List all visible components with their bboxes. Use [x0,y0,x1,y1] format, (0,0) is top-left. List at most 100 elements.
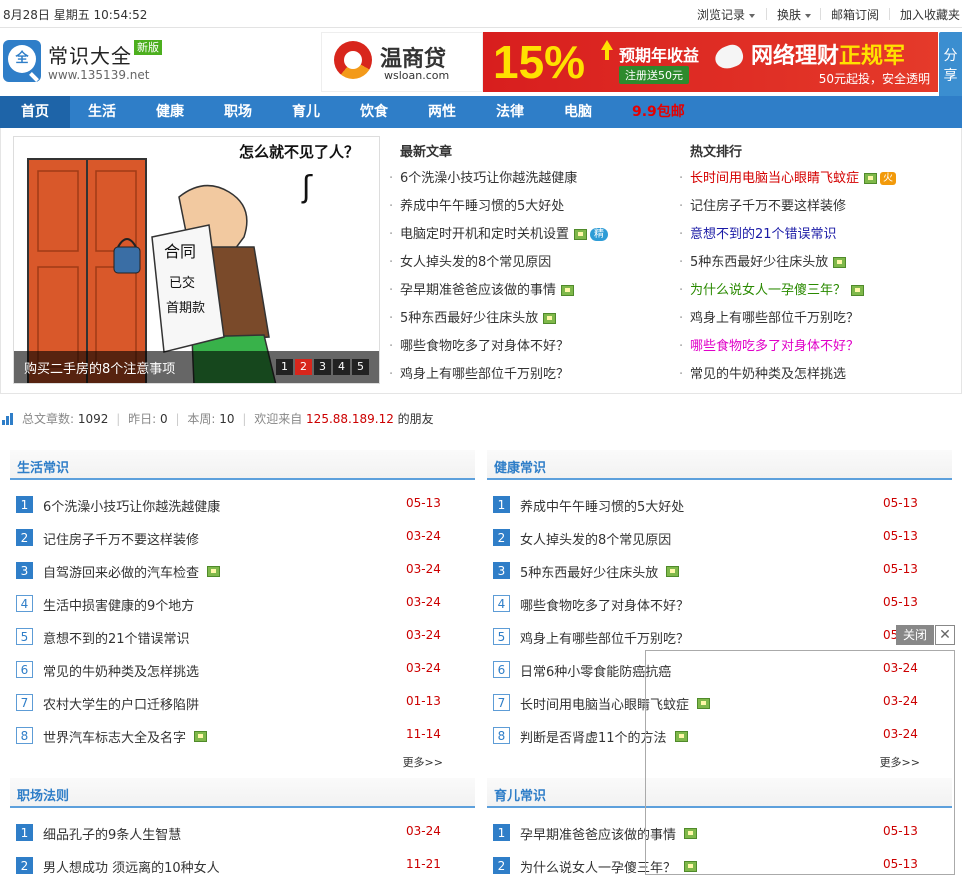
slide-art-doc-line1: 已交 [169,275,195,291]
slide-page-4[interactable]: 4 [333,359,350,375]
nav-item-law[interactable]: 法律 [496,96,524,128]
share-button[interactable]: 分享 [939,32,962,104]
article-item: 女人掉头发的8个常见原因 [389,249,608,277]
rank-number: 8 [493,727,510,744]
image-icon [561,285,575,296]
list-item: 1 6个洗澡小技巧让你越洗越健康 05-13 [10,492,475,525]
nav-item-home[interactable]: 首页 [0,96,70,128]
slide-caption[interactable]: 购买二手房的8个注意事项 [24,358,175,377]
ad-brand-block: 温商贷 wsloan.com [321,32,483,92]
article-link[interactable]: 鸡身上有哪些部位千万别吃？ [520,628,689,647]
rank-number: 5 [16,628,33,645]
nav-item-health[interactable]: 健康 [156,96,184,128]
nav-item-life[interactable]: 生活 [88,96,116,128]
nav-item-sex[interactable]: 两性 [428,96,456,128]
divider [820,8,821,20]
site-title[interactable]: 常识大全 [48,40,132,69]
article-link[interactable]: 养成中午午睡习惯的5大好处 [520,496,684,515]
article-link[interactable]: 养成中午午睡习惯的5大好处 [400,199,564,214]
slide-caption-bar: 购买二手房的8个注意事项 12345 [14,351,379,383]
ad-banner[interactable]: 温商贷 wsloan.com 15% 预期年收益 注册送50元 网络理财正规军 … [321,32,938,92]
skin-menu[interactable]: 换肤 [777,6,812,23]
panel-list: 1 6个洗澡小技巧让你越洗越健康 05-13 2 记住房子千万不要这样装修 03-24 3 自… [10,492,475,756]
article-link[interactable]: 5种东西最好少往床头放 [400,311,538,326]
article-date: 11-14 [406,727,441,741]
nav-item-promo[interactable]: 9.9包邮 [632,96,685,128]
article-link[interactable]: 女人掉头发的8个常见原因 [520,529,671,548]
article-link[interactable]: 农村大学生的户口迁移陷阱 [43,694,199,713]
article-date: 03-24 [406,595,441,609]
article-link[interactable]: 鸡身上有哪些部位千万别吃？ [690,311,859,326]
article-link[interactable]: 意想不到的21个错误常识 [690,227,837,242]
article-link[interactable]: 世界汽车标志大全及名字 [43,727,186,746]
article-link[interactable]: 为什么说女人一孕傻三年？ [690,283,846,298]
article-link[interactable]: 细品孔子的9条人生智慧 [43,824,181,843]
slide-page-2[interactable]: 2 [295,359,312,375]
article-link[interactable]: 长时间用电脑当心眼睛飞蚊症 [690,171,859,186]
total-label: 总文章数: [22,412,75,426]
article-link[interactable]: 常见的牛奶种类及怎样挑选 [690,367,846,382]
nav-item-workplace[interactable]: 职场 [224,96,252,128]
article-link[interactable]: 女人掉头发的8个常见原因 [400,255,551,270]
article-link[interactable]: 电脑定时开机和定时关机设置 [400,227,569,242]
article-link[interactable]: 6个洗澡小技巧让你越洗越健康 [400,171,577,186]
popup-close-label[interactable]: 关闭 [896,625,934,645]
rank-number: 7 [16,694,33,711]
article-link[interactable]: 记住房子千万不要这样装修 [43,529,199,548]
article-date: 01-13 [406,694,441,708]
ad-percent: 15% [493,36,586,88]
list-item: 5 意想不到的21个错误常识 03-24 [10,624,475,657]
bar-chart-icon [2,413,15,425]
article-link[interactable]: 5种东西最好少往床头放 [690,255,828,270]
article-link[interactable]: 5种东西最好少往床头放 [520,562,658,581]
article-date: 11-21 [406,857,441,871]
article-link[interactable]: 自驾游回来必做的汽车检查 [43,562,199,581]
article-link[interactable]: 孕早期准爸爸应该做的事情 [400,283,556,298]
slide-image: 合同 已交 首期款 怎么就不见了人？ ʃ [14,137,379,383]
hot-list: 长时间用电脑当心眼睛飞蚊症 火记住房子千万不要这样装修意想不到的21个错误常识 5种… [679,165,897,389]
panel-title[interactable]: 育儿常识 [494,785,546,804]
article-item: 为什么说女人一孕傻三年？ [679,277,896,305]
history-menu[interactable]: 浏览记录 [697,6,756,23]
article-item: 5种东西最好少往床头放 [679,249,896,277]
nav-item-diet[interactable]: 饮食 [360,96,388,128]
divider [889,8,890,20]
welcome-text: 欢迎来自 [254,412,303,426]
nav-item-parenting[interactable]: 育儿 [292,96,320,128]
article-link[interactable]: 记住房子千万不要这样装修 [690,199,846,214]
email-subscribe-link[interactable]: 邮箱订阅 [831,6,879,23]
slideshow[interactable]: 合同 已交 首期款 怎么就不见了人？ ʃ 购买二手房的8个注意事项 12345 [13,136,380,384]
article-link[interactable]: 生活中损害健康的9个地方 [43,595,194,614]
list-item: 3 自驾游回来必做的汽车检查 03-24 [10,558,475,591]
article-link[interactable]: 哪些食物吃多了对身体不好？ [400,339,569,354]
slide-page-5[interactable]: 5 [352,359,369,375]
list-item: 2 记住房子千万不要这样装修 03-24 [10,525,475,558]
panel-title[interactable]: 健康常识 [494,457,546,476]
skin-label: 换肤 [777,8,802,22]
article-link[interactable]: 常见的牛奶种类及怎样挑选 [43,661,199,680]
chevron-down-icon [749,13,756,18]
add-favorite-link[interactable]: 加入收藏夹 [900,6,960,23]
close-icon[interactable]: ✕ [935,625,955,645]
article-date: 05-13 [406,496,441,510]
panel-title[interactable]: 生活常识 [17,457,69,476]
article-link[interactable]: 哪些食物吃多了对身体不好？ [520,595,689,614]
slide-page-3[interactable]: 3 [314,359,331,375]
rank-number: 1 [493,496,510,513]
article-link[interactable]: 鸡身上有哪些部位千万别吃？ [400,367,569,382]
logo-icon[interactable]: 全 [3,40,41,82]
more-link[interactable]: 更多>> [403,754,443,770]
article-link[interactable]: 意想不到的21个错误常识 [43,628,190,647]
slide-page-1[interactable]: 1 [276,359,293,375]
slide-art-doc-title: 合同 [164,242,196,261]
article-link[interactable]: 6个洗澡小技巧让你越洗越健康 [43,496,220,515]
floating-popup[interactable] [645,650,955,875]
article-date: 03-24 [406,661,441,675]
ad-slogan-b: 正规军 [839,44,906,69]
nav-item-computer[interactable]: 电脑 [564,96,592,128]
rank-number: 4 [16,595,33,612]
article-link[interactable]: 哪些食物吃多了对身体不好？ [690,339,859,354]
article-link[interactable]: 男人想成功 须远离的10种女人 [43,857,220,876]
logo-mark: 全 [8,45,36,73]
panel-title[interactable]: 职场法则 [17,785,69,804]
